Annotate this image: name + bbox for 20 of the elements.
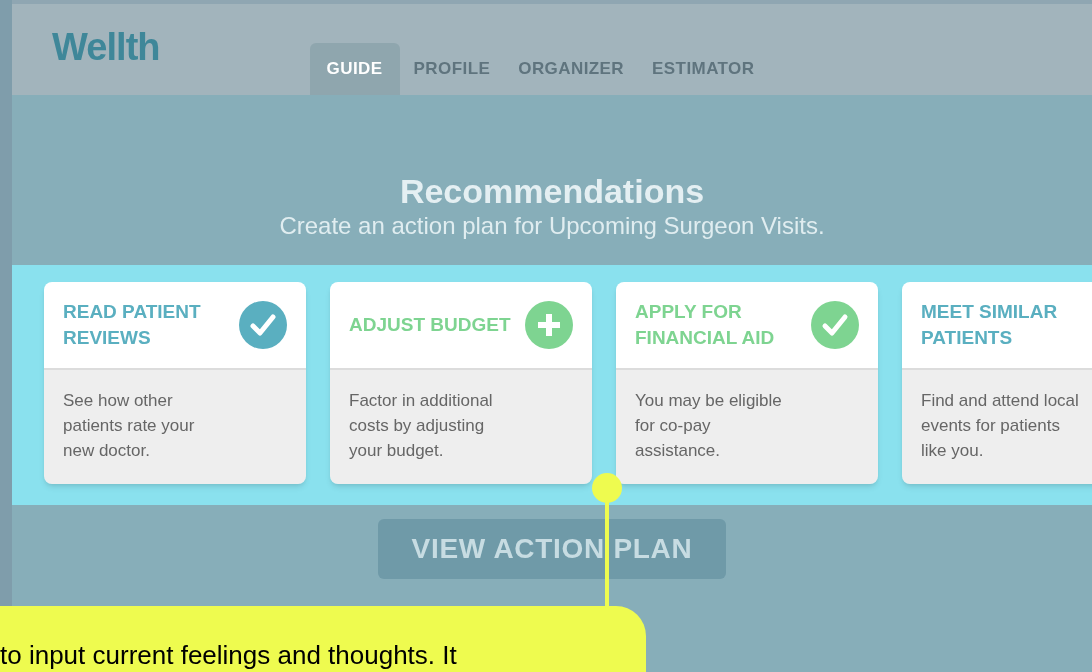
nav-tab[interactable]: ORGANIZER — [504, 43, 639, 95]
page-subtitle: Create an action plan for Upcoming Surgeon Visits. — [279, 211, 825, 241]
logo[interactable]: Wellth — [52, 19, 160, 76]
check-circle-icon[interactable] — [239, 301, 287, 349]
card-description: Factor in additional costs by adjusting your budget. — [349, 390, 494, 462]
card-title: APPLY FOR FINANCIAL AID — [635, 300, 776, 350]
card-description: See how other patients rate your new doctor. — [63, 390, 196, 462]
nav-tab[interactable]: GUIDE — [309, 43, 400, 95]
card-description: You may be eligible for co-pay assistance. — [635, 390, 783, 462]
plus-circle-icon[interactable] — [525, 301, 573, 349]
card-title: READ PATIENT REVIEWS — [63, 300, 202, 350]
nav-tab[interactable]: ESTIMATOR — [638, 43, 769, 95]
card-description: Find and attend local events for patients like you. — [921, 390, 1080, 462]
callout-text: to input current feelings and thoughts. It — [0, 640, 457, 670]
card-title: ADJUST BUDGET — [349, 313, 512, 337]
card-title: MEET SIMILAR PATIENTS — [921, 300, 1059, 350]
view-action-plan-button[interactable]: VIEW ACTION PLAN — [377, 519, 727, 579]
check-circle-icon[interactable] — [811, 301, 859, 349]
nav-tab[interactable]: PROFILE — [399, 43, 505, 95]
page-title: Recommendations — [399, 171, 705, 211]
